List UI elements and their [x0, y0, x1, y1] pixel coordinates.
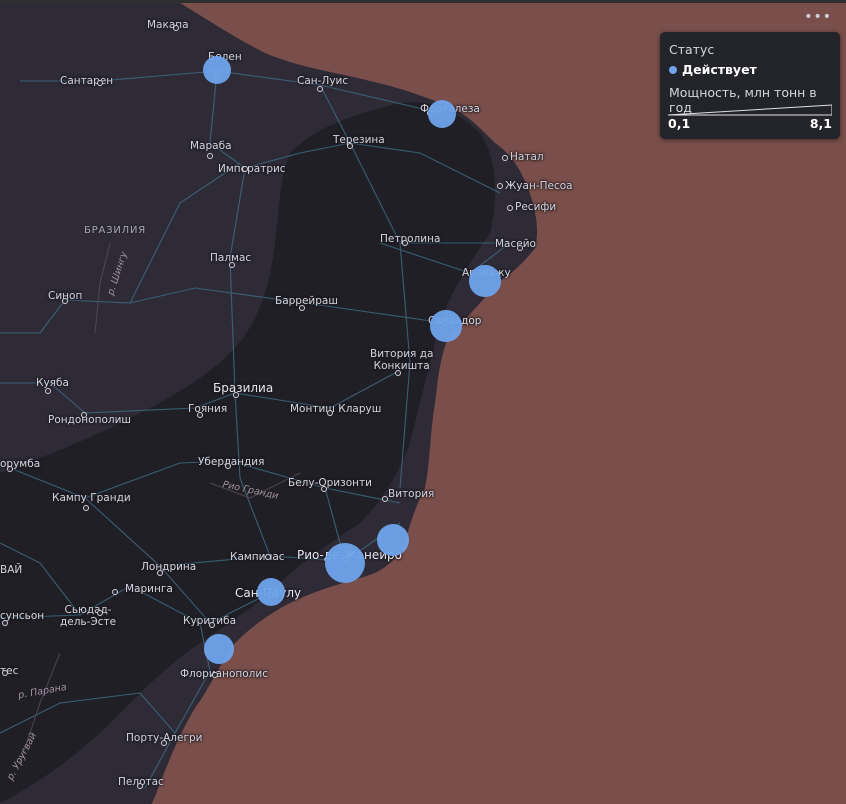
city-label-montish: Монтиш Кларуш: [290, 403, 382, 415]
city-dot-londrina: [157, 570, 163, 576]
city-dot-braziliya: [233, 392, 239, 398]
city-dot-maraba: [207, 153, 213, 159]
city-dot-sunson: [2, 620, 8, 626]
terminal-marker-rio[interactable]: [325, 543, 365, 583]
legend-capacity-min: 0,1: [668, 116, 691, 131]
city-dot-palmas: [229, 262, 235, 268]
city-dot-vitoria_konk: [395, 370, 401, 376]
city-dot-portu: [161, 740, 167, 746]
city-dot-terezina: [347, 143, 353, 149]
city-dot-kuyaba: [45, 388, 51, 394]
city-dot-belu: [321, 486, 327, 492]
city-label-kuyaba: Куяба: [36, 377, 69, 389]
city-dot-uberlandia: [225, 463, 231, 469]
city-dot-kampu: [83, 505, 89, 511]
legend-capacity-max: 8,1: [809, 116, 832, 131]
city-label-belu: Белу-Оризонти: [288, 477, 372, 489]
terminal-marker-arakazhu[interactable]: [469, 265, 501, 297]
terminal-marker-vitoria[interactable]: [376, 523, 410, 557]
legend-status-item[interactable]: Действует: [669, 62, 831, 77]
city-dot-sinop: [62, 298, 68, 304]
city-dot-barreiras: [299, 305, 305, 311]
city-dot-imperatris: [242, 166, 248, 172]
terminal-marker-salvador[interactable]: [430, 310, 462, 342]
city-dot-sanluis: [317, 86, 323, 92]
city-label-zhuanpesoa: Жуан-Песоа: [505, 180, 573, 192]
city-label-natal: Натал: [510, 151, 544, 163]
city-dot-orumba: [7, 466, 13, 472]
city-label-uberlandia: Уберландия: [198, 456, 265, 468]
city-dot-rondonopolis: [81, 412, 87, 418]
city-dot-maseio: [517, 245, 523, 251]
city-label-maraba: Мараба: [190, 140, 232, 152]
legend-title: Статус: [669, 42, 715, 57]
city-label-maringa: Маринга: [125, 583, 173, 595]
city-label-resifi: Ресифи: [515, 201, 557, 213]
city-dot-vitoria: [382, 496, 388, 502]
status-dot-icon: [669, 65, 677, 74]
legend-status-label: Действует: [682, 62, 757, 77]
city-label-goyaniya: Гояния: [188, 403, 228, 415]
city-label-maseio: Масейо: [495, 238, 536, 250]
city-label-vitoria_konk: Витория да Конкишта: [370, 348, 434, 372]
city-dot-santaren: [97, 80, 103, 86]
city-label-terezina: Терезина: [333, 134, 385, 146]
more-options-button[interactable]: •••: [804, 9, 832, 25]
city-dot-syudad: [97, 610, 103, 616]
map-view[interactable]: БРАЗИЛИЯ МакапаБеленСантаренСан-ЛуисФорт…: [0, 0, 846, 804]
city-label-kampinas: Кампинас: [230, 551, 285, 563]
city-dot-makapa: [173, 25, 179, 31]
city-dot-natal: [502, 155, 508, 161]
city-label-syudad: Сьюдад- дель-Эсте: [60, 604, 117, 628]
city-dot-petrolina: [402, 240, 408, 246]
city-label-vay: ВАЙ: [0, 564, 23, 576]
city-label-vitoria: Витория: [388, 488, 435, 500]
city-dot-tes: [2, 670, 8, 676]
city-label-rondonopolis: Рондонополиш: [48, 414, 132, 426]
more-horizontal-icon: •••: [804, 9, 832, 25]
city-dot-zhuanpesoa: [497, 183, 503, 189]
city-label-santaren: Сантарен: [60, 75, 114, 87]
city-dot-kuritiba: [209, 622, 215, 628]
country-label-brazil: БРАЗИЛИЯ: [84, 225, 146, 236]
city-dot-goyaniya: [197, 412, 203, 418]
terminal-marker-kuritiba[interactable]: [204, 634, 234, 664]
city-dot-kampinas: [265, 554, 271, 560]
city-label-braziliya: Бразилиа: [213, 381, 274, 395]
city-dot-montish: [327, 410, 333, 416]
city-dot-resifi: [507, 205, 513, 211]
city-label-florianopolis: Флорианополис: [180, 668, 268, 680]
city-label-imperatris: Императрис: [218, 163, 286, 175]
city-label-kampu: Кампу Гранди: [52, 492, 131, 504]
city-label-sanluis: Сан-Луис: [297, 75, 349, 87]
legend-panel: Статус Действует Мощность, млн тонн в го…: [660, 32, 840, 139]
city-dot-pelotas: [137, 783, 143, 789]
capacity-scale-wedge: [668, 104, 832, 116]
city-dot-florianopolis: [212, 672, 218, 678]
city-label-makapa: Макапа: [147, 19, 189, 31]
city-dot-maringa: [112, 589, 118, 595]
city-label-londrina: Лондрина: [141, 561, 197, 573]
city-label-petrolina: Петролина: [380, 233, 441, 245]
city-label-barreiras: Баррейраш: [275, 295, 338, 307]
